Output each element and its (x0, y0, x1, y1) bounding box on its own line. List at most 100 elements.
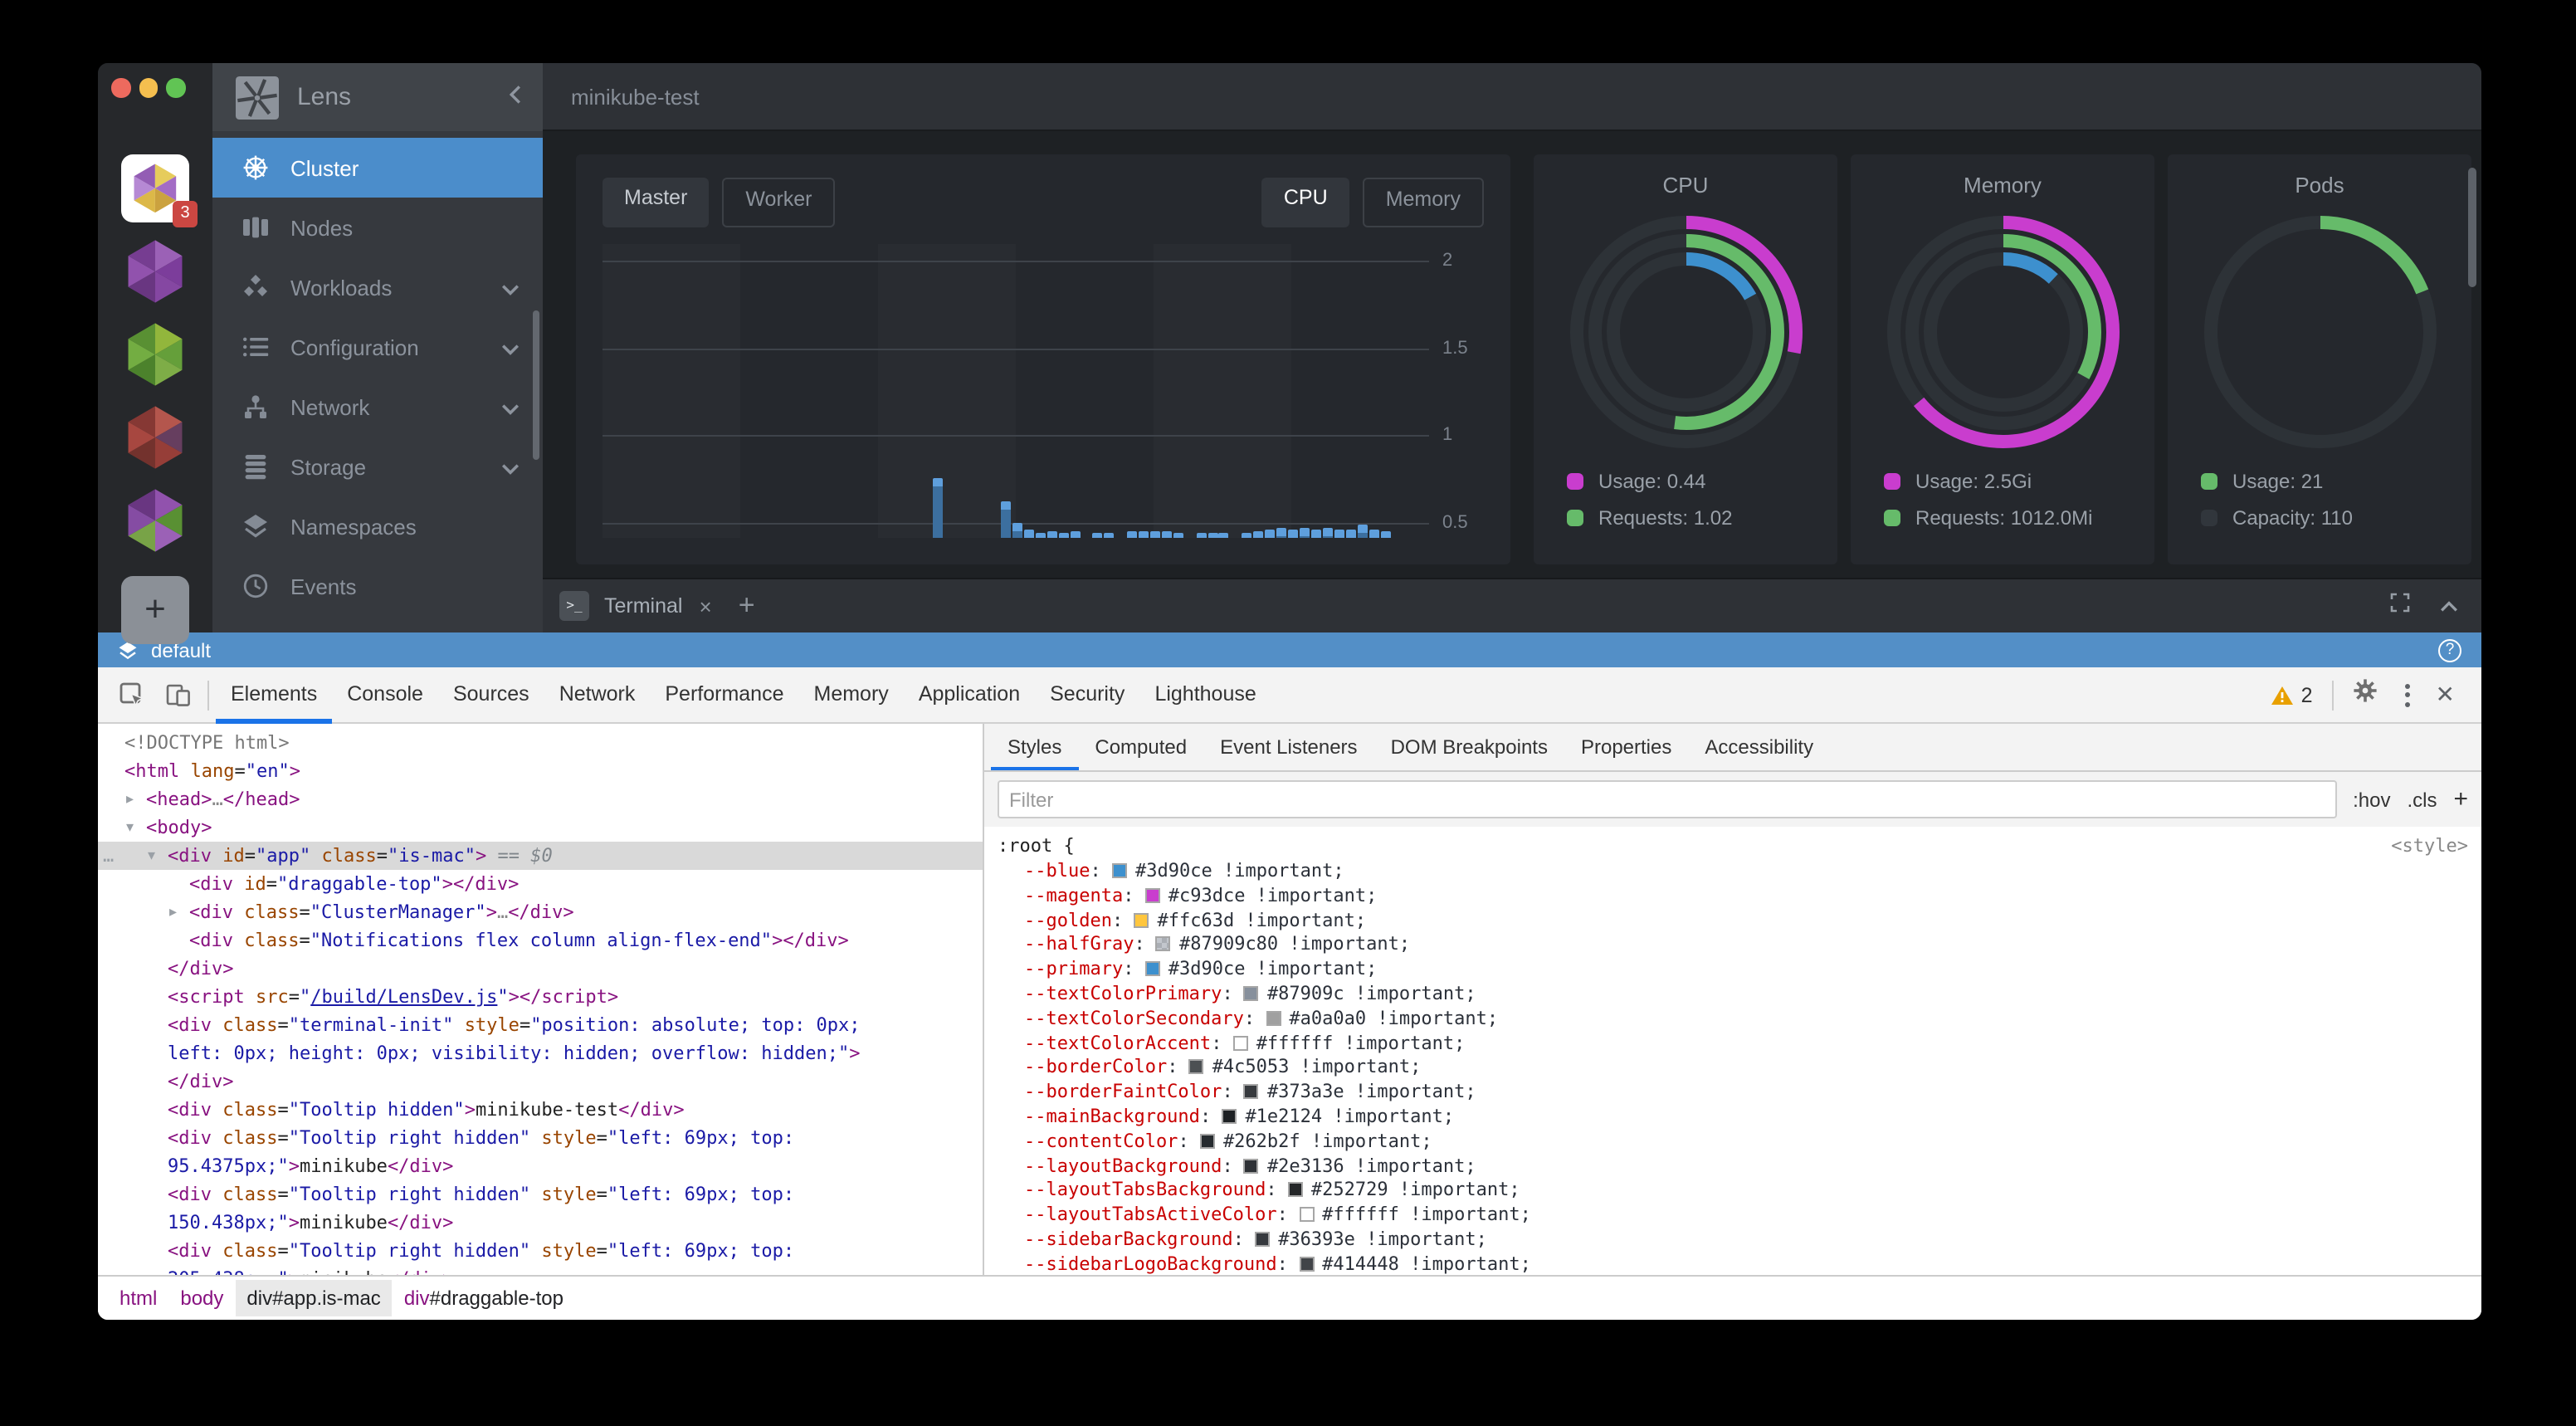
sidebar-item-events[interactable]: Events (212, 556, 543, 616)
dom-tree-node[interactable]: <div class="Tooltip hidden">minikube-tes… (98, 1096, 983, 1124)
color-swatch[interactable] (1266, 1011, 1281, 1026)
metric-tab-memory-button[interactable]: Memory (1363, 178, 1484, 227)
dom-tree-node[interactable]: ▾<body> (98, 813, 983, 842)
css-variable-row[interactable]: --primary: #3d90ce !important; (984, 958, 2481, 983)
css-variable-row[interactable]: --layoutBackground: #2e3136 !important; (984, 1155, 2481, 1179)
cluster-tile[interactable]: 3 (121, 154, 189, 222)
css-variable-row[interactable]: --contentColor: #262b2f !important; (984, 1131, 2481, 1155)
cluster-tile[interactable] (121, 403, 189, 471)
dom-tree-node[interactable]: <div class="Tooltip right hidden" style=… (98, 1237, 983, 1265)
devtools-tab-security[interactable]: Security (1035, 667, 1139, 723)
styles-tab-styles[interactable]: Styles (991, 724, 1078, 770)
color-swatch[interactable] (1299, 1207, 1314, 1222)
css-variable-row[interactable]: --textColorPrimary: #87909c !important; (984, 983, 2481, 1008)
terminal-tab-label[interactable]: Terminal (604, 594, 683, 618)
css-variable-row[interactable]: --halfGray: #87909c80 !important; (984, 934, 2481, 959)
cluster-tile[interactable] (121, 486, 189, 554)
content-scrollbar[interactable] (2468, 168, 2476, 287)
rule-selector[interactable]: :root { (998, 833, 1075, 860)
close-window-button[interactable] (111, 78, 130, 97)
help-button[interactable]: ? (2438, 638, 2461, 662)
dom-tree-node[interactable]: </div> (98, 955, 983, 983)
styles-filter-input[interactable] (998, 780, 2336, 818)
styles-tab-accessibility[interactable]: Accessibility (1688, 724, 1830, 770)
sidebar-item-cluster[interactable]: Cluster (212, 138, 543, 198)
dom-tree-node[interactable]: 150.438px;">minikube</div> (98, 1209, 983, 1237)
metric-tab-cpu-button[interactable]: CPU (1262, 178, 1349, 227)
sidebar-scrollbar[interactable] (533, 310, 539, 460)
sidebar-item-namespaces[interactable]: Namespaces (212, 496, 543, 556)
terminal-add-button[interactable]: + (739, 589, 755, 623)
dom-tree-node[interactable]: <script src="/build/LensDev.js"></script… (98, 983, 983, 1011)
dom-tree-node[interactable]: <div class="Notifications flex column al… (98, 926, 983, 955)
sidebar-item-storage[interactable]: Storage (212, 437, 543, 496)
rule-source-link[interactable]: <style> (2391, 833, 2468, 860)
new-style-rule-button[interactable]: + (2453, 785, 2468, 813)
sidebar-item-workloads[interactable]: Workloads (212, 257, 543, 317)
color-swatch[interactable] (1222, 1109, 1237, 1124)
breadcrumb-item[interactable]: div#app.is-mac (235, 1280, 392, 1316)
color-swatch[interactable] (1112, 863, 1127, 878)
dom-tree-node[interactable]: <div class="terminal-init" style="positi… (98, 1011, 983, 1039)
css-variable-row[interactable]: --textColorAccent: #ffffff !important; (984, 1032, 2481, 1057)
css-variable-row[interactable]: --sidebarLogoBackground: #414448 !import… (984, 1253, 2481, 1276)
css-variable-row[interactable]: --textColorSecondary: #a0a0a0 !important… (984, 1008, 2481, 1033)
more-options-icon[interactable] (2391, 683, 2426, 706)
dom-tree-node[interactable]: left: 0px; height: 0px; visibility: hidd… (98, 1039, 983, 1067)
minimize-window-button[interactable] (139, 78, 158, 97)
devtools-tab-lighthouse[interactable]: Lighthouse (1139, 667, 1271, 723)
css-variable-row[interactable]: --borderFaintColor: #373a3e !important; (984, 1081, 2481, 1106)
color-swatch[interactable] (1233, 1035, 1248, 1050)
settings-gear-icon[interactable] (2341, 679, 2391, 711)
device-toolbar-icon[interactable] (154, 673, 201, 716)
sidebar-item-nodes[interactable]: Nodes (212, 198, 543, 257)
devtools-tab-network[interactable]: Network (544, 667, 651, 723)
styles-tab-event-listeners[interactable]: Event Listeners (1203, 724, 1373, 770)
terminal-collapse-button[interactable] (2440, 591, 2458, 621)
expand-open-icon[interactable]: ▾ (148, 842, 155, 870)
breadcrumb-item[interactable]: body (168, 1280, 235, 1316)
dom-tree-node[interactable]: <html lang="en"> (98, 757, 983, 785)
breadcrumb-item[interactable]: html (108, 1280, 168, 1316)
devtools-close-icon[interactable]: ✕ (2426, 681, 2465, 709)
dom-tree-node[interactable]: ▾…<div id="app" class="is-mac"> == $0 (98, 842, 983, 870)
styles-tab-computed[interactable]: Computed (1078, 724, 1203, 770)
node-options-icon[interactable]: … (103, 842, 114, 870)
css-variable-row[interactable]: --magenta: #c93dce !important; (984, 885, 2481, 910)
devtools-tab-application[interactable]: Application (904, 667, 1035, 723)
styles-tab-dom-breakpoints[interactable]: DOM Breakpoints (1374, 724, 1564, 770)
dom-tree-node[interactable]: <div id="draggable-top"></div> (98, 870, 983, 898)
dom-tree-node[interactable]: <div class="Tooltip right hidden" style=… (98, 1180, 983, 1209)
dom-tree-node[interactable]: <!DOCTYPE html> (98, 729, 983, 757)
cluster-tile[interactable] (121, 237, 189, 305)
zoom-window-button[interactable] (166, 78, 185, 97)
expand-open-icon[interactable]: ▾ (126, 813, 134, 842)
color-swatch[interactable] (1200, 1134, 1215, 1149)
color-swatch[interactable] (1244, 1084, 1259, 1099)
color-swatch[interactable] (1156, 937, 1171, 952)
cluster-tile[interactable] (121, 320, 189, 388)
css-variable-row[interactable]: --mainBackground: #1e2124 !important; (984, 1106, 2481, 1131)
color-swatch[interactable] (1244, 1158, 1259, 1173)
devtools-tab-elements[interactable]: Elements (216, 667, 332, 723)
terminal-close-button[interactable]: × (700, 593, 712, 618)
toggle-classes-button[interactable]: .cls (2407, 788, 2437, 811)
expand-closed-icon[interactable]: ▸ (126, 785, 134, 813)
sidebar-item-network[interactable]: Network (212, 377, 543, 437)
toggle-hover-state-button[interactable]: :hov (2353, 788, 2390, 811)
color-swatch[interactable] (1189, 1060, 1204, 1075)
breadcrumb-item[interactable]: div#draggable-top (393, 1280, 575, 1316)
terminal-fullscreen-button[interactable] (2390, 591, 2410, 621)
inspect-element-icon[interactable] (108, 673, 154, 716)
sidebar-collapse-button[interactable] (508, 82, 523, 112)
devtools-tab-sources[interactable]: Sources (438, 667, 544, 723)
css-variable-row[interactable]: --blue: #3d90ce !important; (984, 860, 2481, 885)
node-tab-worker-button[interactable]: Worker (722, 178, 835, 227)
dom-tree-node[interactable]: 205.438px;">minikube</div> (98, 1265, 983, 1275)
devtools-tab-console[interactable]: Console (332, 667, 438, 723)
dom-tree-node[interactable]: ▸<div class="ClusterManager">…</div> (98, 898, 983, 926)
css-variable-row[interactable]: --layoutTabsBackground: #252729 !importa… (984, 1179, 2481, 1204)
css-variable-row[interactable]: --sidebarBackground: #36393e !important; (984, 1228, 2481, 1253)
add-cluster-button[interactable]: + (121, 576, 189, 644)
sidebar-item-configuration[interactable]: Configuration (212, 317, 543, 377)
